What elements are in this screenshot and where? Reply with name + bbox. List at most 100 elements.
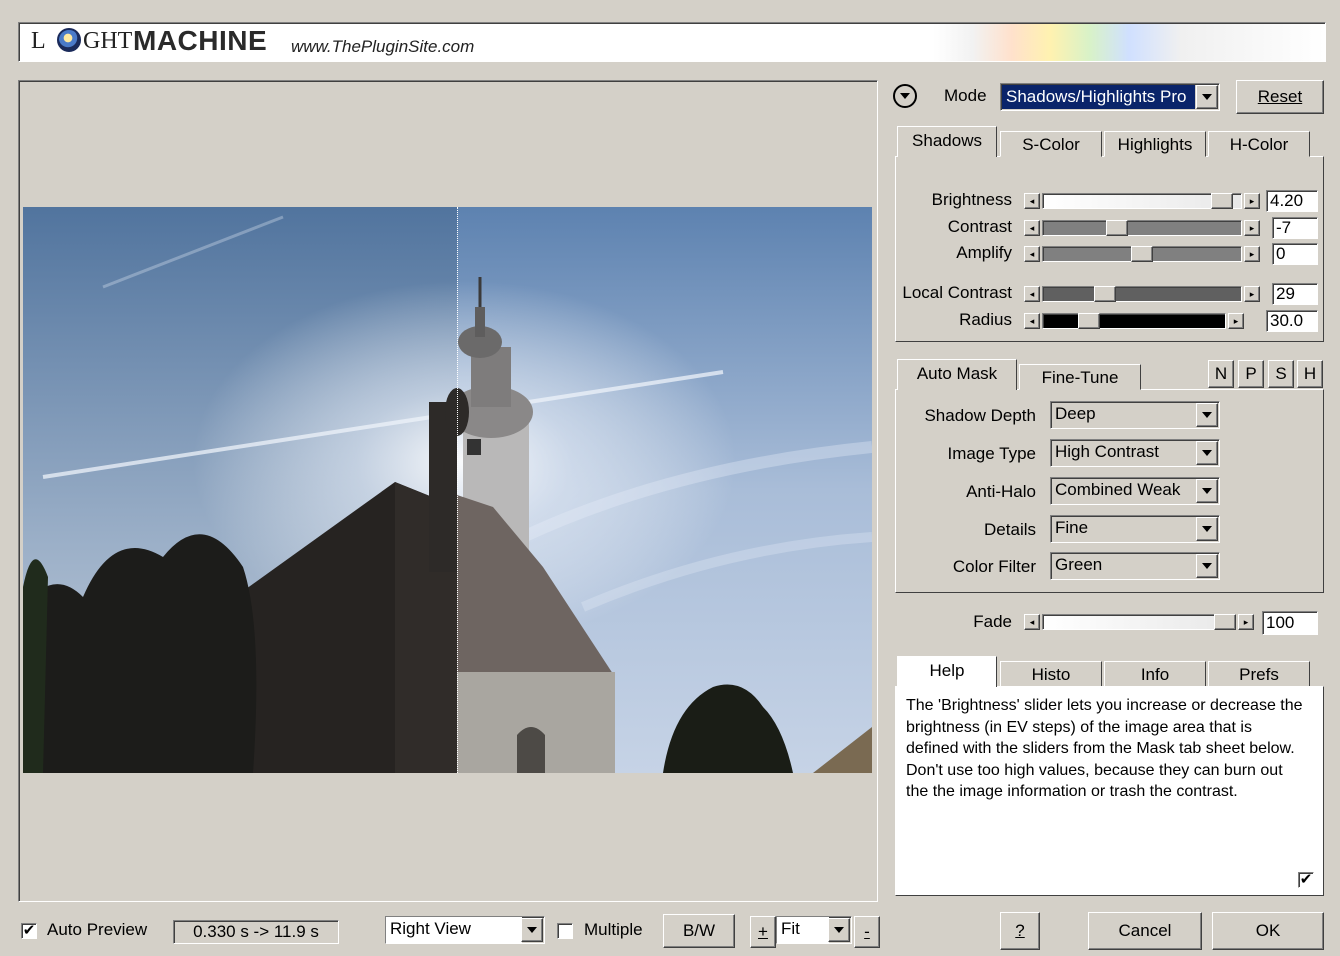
tab-prefs-label: Prefs xyxy=(1239,665,1279,684)
slider-thumb[interactable] xyxy=(1214,614,1236,630)
mask-field-select[interactable]: Deep xyxy=(1050,401,1220,429)
chevron-down-icon[interactable] xyxy=(1196,441,1218,465)
zoom-in-button[interactable]: + xyxy=(750,916,776,948)
mask-s-button[interactable]: S xyxy=(1268,360,1294,388)
chevron-down-icon[interactable] xyxy=(1196,517,1218,541)
fade-value-field[interactable]: 100 xyxy=(1262,611,1318,635)
tab-histo[interactable]: Histo xyxy=(1000,661,1102,687)
mode-select[interactable]: Shadows/Highlights Pro xyxy=(1000,83,1220,111)
chevron-down-icon[interactable] xyxy=(1196,479,1218,503)
slider-value-field[interactable]: 4.20 xyxy=(1266,190,1318,212)
slider-thumb[interactable] xyxy=(1106,220,1128,236)
tab-help[interactable]: Help xyxy=(897,656,997,687)
reset-button-label: Reset xyxy=(1257,87,1303,106)
arrow-right-icon[interactable]: ▸ xyxy=(1244,286,1260,302)
website-url[interactable]: www.ThePluginSite.com xyxy=(291,37,474,57)
slider-thumb[interactable] xyxy=(1131,246,1153,262)
tab-help-label: Help xyxy=(929,661,965,680)
bw-button[interactable]: B/W xyxy=(663,914,735,948)
checkmark-icon: ✔ xyxy=(22,922,36,939)
slider-local-contrast[interactable]: ◂ ▸ xyxy=(1024,286,1260,302)
help-checkbox[interactable]: ✔ xyxy=(1298,872,1314,888)
preview-image[interactable] xyxy=(23,207,872,773)
slider-value-field[interactable]: 30.0 xyxy=(1266,310,1318,332)
tab-auto-mask[interactable]: Auto Mask xyxy=(897,359,1017,390)
mask-n-button[interactable]: N xyxy=(1208,360,1234,388)
slider-value-field[interactable]: 0 xyxy=(1272,243,1318,265)
slider-value-field[interactable]: 29 xyxy=(1272,283,1318,305)
help-button[interactable]: ? xyxy=(1000,912,1040,950)
arrow-left-icon[interactable]: ◂ xyxy=(1024,220,1040,236)
slider-thumb[interactable] xyxy=(1211,193,1233,209)
arrow-right-icon[interactable]: ▸ xyxy=(1244,246,1260,262)
multiple-checkbox[interactable] xyxy=(557,923,573,939)
zoom-out-button[interactable]: - xyxy=(854,916,880,948)
zoom-select[interactable]: Fit xyxy=(776,916,852,944)
tab-highlights[interactable]: Highlights xyxy=(1104,131,1206,157)
tab-s-color[interactable]: S-Color xyxy=(1000,131,1102,157)
checkmark-icon: ✔ xyxy=(1299,871,1313,888)
tab-info[interactable]: Info xyxy=(1104,661,1206,687)
mode-value: Shadows/Highlights Pro xyxy=(1002,85,1195,109)
slider-contrast[interactable]: ◂ ▸ xyxy=(1024,220,1260,236)
auto-preview-checkbox[interactable]: ✔ xyxy=(21,923,37,939)
tab-highlights-label: Highlights xyxy=(1117,135,1193,154)
mask-p-button[interactable]: P xyxy=(1238,360,1264,388)
auto-preview-label: Auto Preview xyxy=(47,920,148,939)
logo-l: L xyxy=(31,28,46,54)
mask-field-label: Color Filter xyxy=(952,557,1036,576)
collapse-circle-icon[interactable] xyxy=(893,84,917,108)
arrow-right-icon[interactable]: ▸ xyxy=(1244,193,1260,209)
mask-field-value: Fine xyxy=(1055,518,1089,537)
arrow-right-icon[interactable]: ▸ xyxy=(1238,614,1254,630)
tab-histo-label: Histo xyxy=(1031,665,1071,684)
cancel-button[interactable]: Cancel xyxy=(1088,912,1202,950)
arrow-right-icon[interactable]: ▸ xyxy=(1228,313,1244,329)
chevron-down-icon[interactable] xyxy=(1196,554,1218,578)
arrow-right-icon[interactable]: ▸ xyxy=(1244,220,1260,236)
light-bulb-icon xyxy=(57,28,81,52)
slider-brightness[interactable]: ◂ ▸ xyxy=(1024,193,1260,209)
view-select[interactable]: Right View xyxy=(385,916,545,944)
tab-shadows[interactable]: Shadows xyxy=(897,126,997,157)
slider-track[interactable] xyxy=(1042,220,1242,236)
arrow-left-icon[interactable]: ◂ xyxy=(1024,286,1040,302)
mask-field-label: Anti-Halo xyxy=(966,482,1036,501)
fade-slider[interactable]: ◂ ▸ xyxy=(1024,614,1254,630)
arrow-left-icon[interactable]: ◂ xyxy=(1024,313,1040,329)
slider-track[interactable] xyxy=(1042,313,1226,329)
view-value: Right View xyxy=(386,917,522,943)
slider-label: Radius xyxy=(959,310,1012,329)
mask-field-select[interactable]: Green xyxy=(1050,552,1220,580)
mask-field-select[interactable]: Combined Weak xyxy=(1050,477,1220,505)
mask-h-button[interactable]: H xyxy=(1297,360,1323,388)
arrow-left-icon[interactable]: ◂ xyxy=(1024,246,1040,262)
slider-radius[interactable]: ◂ ▸ xyxy=(1024,313,1244,329)
mask-field-value: High Contrast xyxy=(1055,442,1159,461)
arrow-left-icon[interactable]: ◂ xyxy=(1024,614,1040,630)
chevron-down-icon[interactable] xyxy=(1196,403,1218,427)
arrow-left-icon[interactable]: ◂ xyxy=(1024,193,1040,209)
zoom-out-label: - xyxy=(864,922,870,941)
slider-track[interactable] xyxy=(1042,614,1236,630)
chevron-down-icon[interactable] xyxy=(1196,85,1218,109)
logo-machine: MACHINE xyxy=(133,25,268,56)
mask-field-label: Details xyxy=(984,520,1036,539)
slider-track[interactable] xyxy=(1042,286,1242,302)
slider-thumb[interactable] xyxy=(1078,313,1100,329)
chevron-down-icon[interactable] xyxy=(828,918,850,942)
tab-h-color[interactable]: H-Color xyxy=(1208,131,1310,157)
slider-value-field[interactable]: -7 xyxy=(1272,217,1318,239)
tab-prefs[interactable]: Prefs xyxy=(1208,661,1310,687)
timing-display: 0.330 s -> 11.9 s xyxy=(173,920,339,944)
split-line[interactable] xyxy=(457,207,459,773)
chevron-down-icon[interactable] xyxy=(521,918,543,942)
mask-field-select[interactable]: Fine xyxy=(1050,515,1220,543)
tab-fine-tune[interactable]: Fine-Tune xyxy=(1019,364,1141,390)
ok-button[interactable]: OK xyxy=(1212,912,1324,950)
reset-button[interactable]: Reset xyxy=(1236,80,1324,114)
tab-s-color-label: S-Color xyxy=(1022,135,1080,154)
mask-field-select[interactable]: High Contrast xyxy=(1050,439,1220,467)
slider-amplify[interactable]: ◂ ▸ xyxy=(1024,246,1260,262)
slider-thumb[interactable] xyxy=(1094,286,1116,302)
